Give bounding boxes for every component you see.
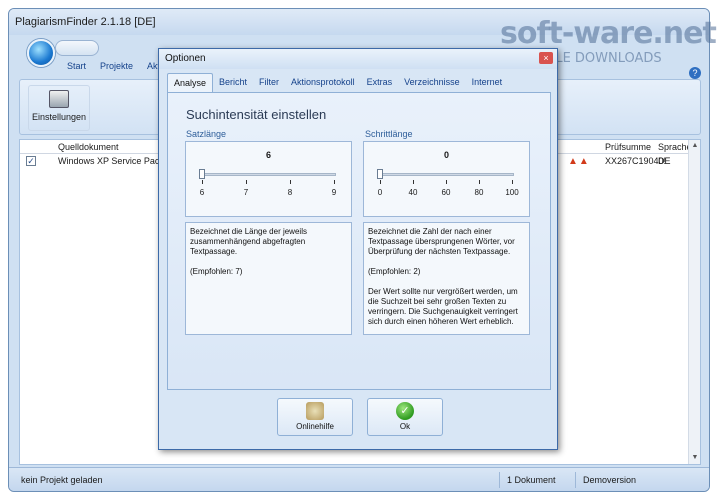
tab-analyse[interactable]: Analyse: [167, 73, 214, 92]
slider-tick-label: 9: [331, 188, 337, 197]
tab-aktionsprotokoll[interactable]: Aktionsprotokoll: [285, 73, 361, 92]
status-bar: kein Projekt geladen 1 Dokument Demovers…: [9, 467, 709, 491]
ok-label: Ok: [399, 422, 411, 431]
status-project: kein Projekt geladen: [21, 475, 103, 485]
step-length-description: Bezeichnet die Zahl der nach einer Textp…: [368, 227, 515, 256]
dialog-title: Optionen: [159, 49, 557, 69]
step-length-description-box: Bezeichnet die Zahl der nach einer Textp…: [363, 222, 530, 335]
sentence-length-description-box: Bezeichnet die Länge der jeweils zusamme…: [185, 222, 352, 335]
slider-tick-label: 80: [474, 188, 484, 197]
slider-tick: [413, 180, 414, 184]
column-language[interactable]: Sprache: [658, 142, 692, 152]
dialog-tabs: Analyse Bericht Filter Aktionsprotokoll …: [167, 73, 508, 92]
slider-tick: [512, 180, 513, 184]
online-help-button[interactable]: Onlinehilfe: [277, 398, 353, 436]
vertical-scrollbar[interactable]: ▲ ▼: [688, 140, 700, 464]
step-length-slider-box: 0 0 40 60 80 100: [363, 141, 530, 217]
sentence-length-track[interactable]: [200, 173, 336, 176]
step-length-recommended: (Empfohlen: 2): [368, 267, 421, 276]
tab-filter[interactable]: Filter: [253, 73, 285, 92]
sentence-length-recommended: (Empfohlen: 7): [190, 267, 243, 276]
scroll-down-icon[interactable]: ▼: [689, 452, 701, 464]
settings-label: Einstellungen: [31, 112, 87, 122]
slider-tick: [380, 180, 381, 184]
alert-icons: ▲▲: [568, 156, 590, 167]
step-length-label: Schrittlänge: [365, 129, 413, 139]
step-length-thumb[interactable]: [377, 169, 383, 179]
sentence-length-slider-box: 6 6 7 8 9: [185, 141, 352, 217]
row-checksum: XX267C19040!: [605, 156, 667, 166]
slider-tick-label: 8: [287, 188, 293, 197]
slider-tick-label: 0: [377, 188, 383, 197]
row-language: DE: [658, 156, 671, 166]
online-help-icon: [306, 402, 324, 420]
ribbon-tab-start[interactable]: Start: [67, 61, 86, 71]
status-mode: Demoversion: [583, 475, 637, 485]
ribbon-tabs: Start Projekte Akt: [67, 61, 160, 71]
tab-extras[interactable]: Extras: [361, 73, 399, 92]
slider-tick: [290, 180, 291, 184]
settings-button[interactable]: Einstellungen: [28, 85, 90, 131]
status-doc-count: 1 Dokument: [507, 475, 556, 485]
slider-tick-label: 100: [505, 188, 519, 197]
step-length-track[interactable]: [378, 173, 514, 176]
scroll-up-icon[interactable]: ▲: [689, 140, 701, 152]
slider-tick-label: 60: [441, 188, 451, 197]
sentence-length-description: Bezeichnet die Länge der jeweils zusamme…: [190, 227, 307, 256]
slider-tick: [202, 180, 203, 184]
slider-tick-label: 7: [243, 188, 249, 197]
ribbon-tab-projekte[interactable]: Projekte: [100, 61, 133, 71]
quick-access-toolbar[interactable]: [55, 40, 99, 56]
sentence-length-value: 6: [265, 150, 271, 160]
watermark-logo: soft-ware.net: [500, 16, 717, 51]
tab-verzeichnisse[interactable]: Verzeichnisse: [398, 73, 466, 92]
step-length-note: Der Wert sollte nur vergrößert werden, u…: [368, 287, 518, 326]
checkmark-icon: ✓: [396, 402, 414, 420]
sentence-length-label: Satzlänge: [186, 129, 227, 139]
online-help-label: Onlinehilfe: [296, 422, 334, 431]
step-length-value: 0: [443, 150, 449, 160]
settings-icon: [49, 90, 69, 108]
slider-tick-label: 6: [199, 188, 205, 197]
row-checkbox[interactable]: ✓: [26, 156, 36, 166]
slider-tick-label: 40: [408, 188, 418, 197]
section-heading: Suchintensität einstellen: [186, 107, 327, 122]
column-checksum[interactable]: Prüfsumme: [605, 142, 651, 152]
dialog-button-bar: Onlinehilfe ✓ Ok: [167, 394, 551, 446]
close-icon[interactable]: ×: [539, 52, 553, 64]
sentence-length-thumb[interactable]: [199, 169, 205, 179]
status-separator: [575, 472, 576, 488]
options-dialog: Optionen × Analyse Bericht Filter Aktion…: [158, 48, 558, 450]
slider-tick: [334, 180, 335, 184]
help-icon[interactable]: ?: [689, 67, 701, 79]
slider-tick: [446, 180, 447, 184]
analyse-panel: Suchintensität einstellen Satzlänge 6 6 7…: [167, 92, 551, 390]
app-menu-orb[interactable]: [27, 39, 55, 67]
tab-bericht[interactable]: Bericht: [213, 73, 253, 92]
slider-tick: [479, 180, 480, 184]
status-separator: [499, 472, 500, 488]
slider-tick: [246, 180, 247, 184]
column-source[interactable]: Quelldokument: [58, 142, 119, 152]
tab-internet[interactable]: Internet: [466, 73, 509, 92]
ok-button[interactable]: ✓ Ok: [367, 398, 443, 436]
